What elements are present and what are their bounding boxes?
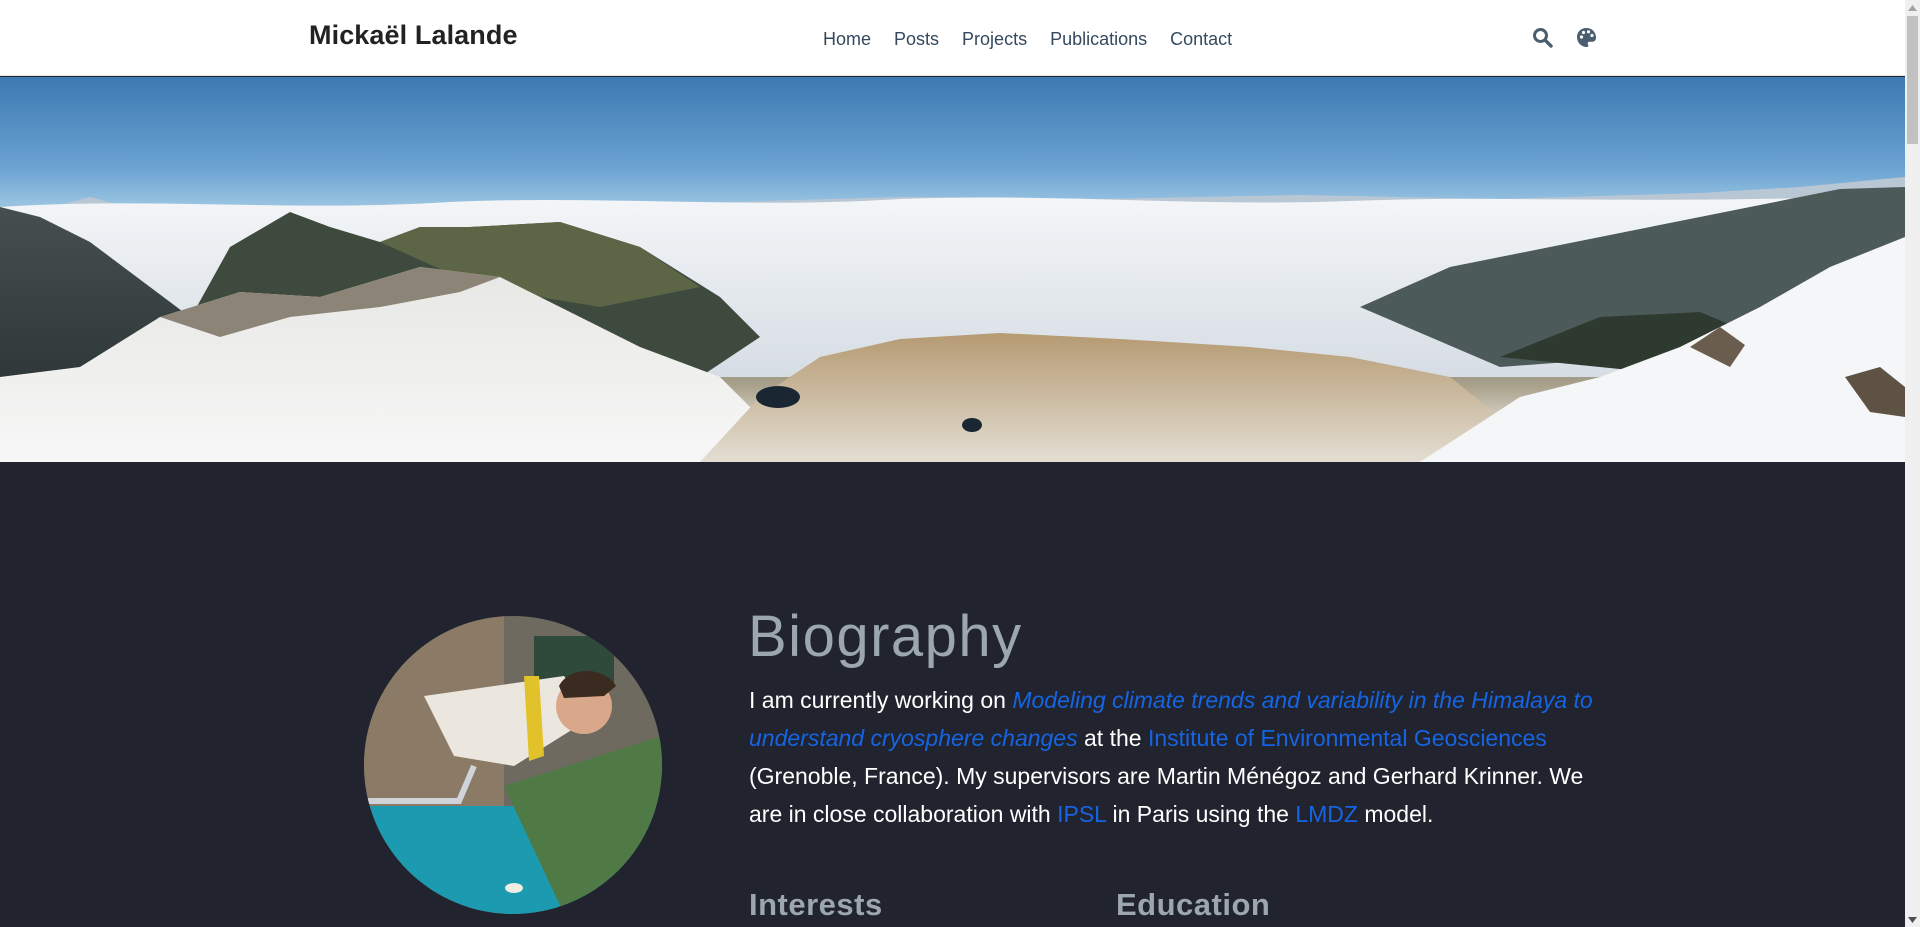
- nav-link-contact[interactable]: Contact: [1170, 27, 1232, 51]
- bio-text-part: I am currently working on: [749, 687, 1013, 713]
- nav-links: Home Posts Projects Publications Contact: [823, 27, 1255, 51]
- scrollbar-thumb[interactable]: [1907, 16, 1918, 144]
- palette-icon[interactable]: [1575, 25, 1597, 49]
- education-heading: Education: [1116, 887, 1271, 922]
- nav-link-posts[interactable]: Posts: [894, 27, 939, 51]
- lmdz-link[interactable]: LMDZ: [1295, 801, 1358, 827]
- avatar: [364, 616, 662, 914]
- mountain-panorama: [0, 77, 1905, 462]
- hero-image: [0, 77, 1905, 462]
- scroll-up-arrow-icon[interactable]: [1905, 0, 1920, 15]
- search-icon[interactable]: [1531, 25, 1553, 49]
- interests-heading: Interests: [749, 887, 883, 922]
- biography-text: I am currently working on Modeling clima…: [749, 681, 1599, 833]
- institute-link[interactable]: Institute of Environmental Geosciences: [1148, 725, 1547, 751]
- page-scrollbar[interactable]: [1905, 0, 1920, 927]
- scroll-down-arrow-icon[interactable]: [1905, 912, 1920, 927]
- page: Mickaël Lalande Home Posts Projects Publ…: [0, 0, 1905, 927]
- nav-link-projects[interactable]: Projects: [962, 27, 1027, 51]
- nav-link-publications[interactable]: Publications: [1050, 27, 1147, 51]
- navbar: Mickaël Lalande Home Posts Projects Publ…: [0, 0, 1905, 76]
- nav-link-home[interactable]: Home: [823, 27, 871, 51]
- site-brand-link[interactable]: Mickaël Lalande: [309, 20, 518, 51]
- bio-text-part: in Paris using the: [1106, 801, 1296, 827]
- bio-text-part: model.: [1357, 801, 1434, 827]
- biography-title: Biography: [748, 604, 1023, 669]
- nav-icons: [1531, 25, 1597, 49]
- bio-text-part: at the: [1077, 725, 1148, 751]
- profile-photo: [364, 616, 662, 914]
- ipsl-link[interactable]: IPSL: [1057, 801, 1106, 827]
